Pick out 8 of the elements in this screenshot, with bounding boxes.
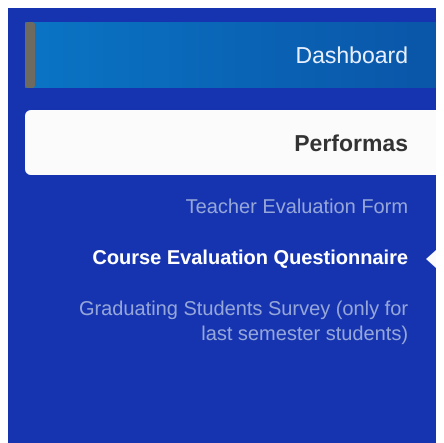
submenu-link[interactable]: Graduating Students Survey (only for last semester students) bbox=[8, 297, 436, 347]
menu-label: Dashboard bbox=[295, 42, 408, 68]
dashboard-link[interactable]: Dashboard bbox=[25, 22, 436, 88]
grip-handle[interactable] bbox=[25, 22, 35, 88]
submenu-link[interactable]: Teacher Evaluation Form bbox=[8, 195, 436, 220]
section-link[interactable]: Performas bbox=[25, 110, 436, 175]
submenu-link[interactable]: Course Evaluation Questionnaire bbox=[8, 246, 436, 271]
active-pointer-icon bbox=[426, 250, 436, 268]
